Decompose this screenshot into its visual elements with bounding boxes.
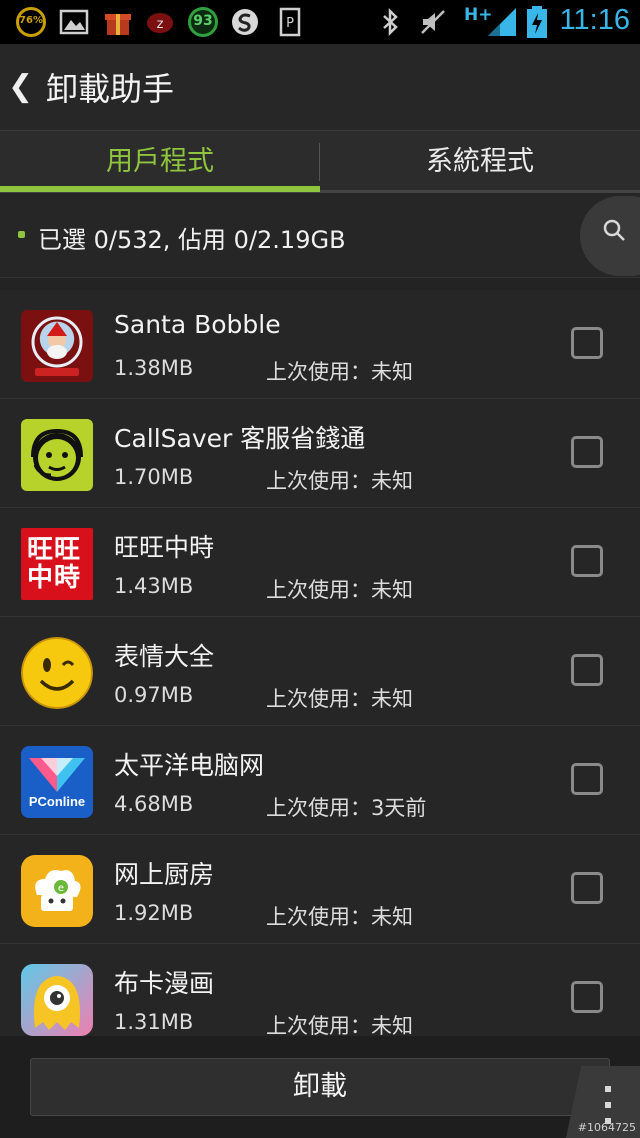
select-checkbox[interactable] xyxy=(571,872,603,904)
list-item[interactable]: PConline 太平洋电脑网 4.68MB 上次使用：3天前 xyxy=(0,726,640,835)
list-item[interactable]: 布卡漫画 1.31MB 上次使用：未知 xyxy=(0,944,640,1036)
select-checkbox[interactable] xyxy=(571,436,603,468)
summary-bullet xyxy=(18,231,25,238)
app-size: 4.68MB xyxy=(114,792,194,816)
app-last-used: 上次使用：未知 xyxy=(266,578,413,602)
select-checkbox[interactable] xyxy=(571,763,603,795)
app-last-used: 上次使用：未知 xyxy=(266,360,413,384)
title-bar: ❮ 卸載助手 xyxy=(0,44,640,131)
app-size: 0.97MB xyxy=(114,683,194,707)
wangwang-icon-text: 旺旺中時 xyxy=(27,535,82,593)
gift-icon xyxy=(105,14,131,35)
bottom-bar: 卸載 xyxy=(0,1036,640,1138)
watermark: #1064725 xyxy=(577,1121,636,1134)
selection-summary: 已選 0/532, 佔用 0/2.19GB xyxy=(0,193,640,278)
svg-text:P: P xyxy=(286,16,294,31)
tab-user-apps[interactable]: 用戶程式 xyxy=(0,131,320,193)
select-checkbox[interactable] xyxy=(571,654,603,686)
score-icon: 93 xyxy=(188,7,218,37)
select-checkbox[interactable] xyxy=(571,545,603,577)
select-checkbox[interactable] xyxy=(571,981,603,1013)
s-logo-icon xyxy=(232,9,258,35)
svg-text:e: e xyxy=(58,883,64,894)
callsaver-icon xyxy=(21,419,93,491)
list-item[interactable]: e 网上厨房 1.92MB 上次使用：未知 xyxy=(0,835,640,944)
app-name: CallSaver 客服省錢通 xyxy=(114,424,366,453)
app-name: 表情大全 xyxy=(114,642,215,671)
list-item[interactable]: 表情大全 0.97MB 上次使用：未知 xyxy=(0,617,640,726)
uninstall-button[interactable]: 卸載 xyxy=(30,1058,610,1116)
battery-percent-icon: 76% xyxy=(16,7,46,37)
santa-bobble-icon xyxy=(21,310,93,382)
app-name: 太平洋电脑网 xyxy=(114,751,265,780)
app-name: Santa Bobble xyxy=(114,310,281,339)
kitchen-icon: e xyxy=(21,855,93,927)
gallery-icon xyxy=(59,9,89,35)
score-label: 93 xyxy=(193,13,213,29)
parking-icon: P xyxy=(279,7,301,37)
battery-percent-label: 76% xyxy=(19,15,43,26)
status-bar: 76% z 93 P H+ 11:16 xyxy=(0,0,640,44)
search-icon xyxy=(603,219,625,241)
select-checkbox[interactable] xyxy=(571,327,603,359)
page-title: 卸載助手 xyxy=(46,70,175,108)
pconline-icon: PConline xyxy=(21,746,93,818)
app-last-used: 上次使用：未知 xyxy=(266,469,413,493)
tab-selected-indicator xyxy=(0,186,320,192)
app-size: 1.70MB xyxy=(114,465,194,489)
list-item[interactable]: CallSaver 客服省錢通 1.70MB 上次使用：未知 xyxy=(0,399,640,508)
buka-icon xyxy=(21,964,93,1036)
tab-system-apps[interactable]: 系統程式 xyxy=(320,131,640,193)
svg-text:z: z xyxy=(157,17,164,32)
list-item[interactable]: Santa Bobble 1.38MB 上次使用：未知 xyxy=(0,290,640,399)
tab-bar: 用戶程式 系統程式 xyxy=(0,131,640,193)
mute-icon xyxy=(421,10,445,34)
app-size: 1.38MB xyxy=(114,356,194,380)
clock: 11:16 xyxy=(559,4,630,36)
app-name: 网上厨房 xyxy=(114,860,215,889)
smiley-icon xyxy=(21,637,93,709)
battery-icon xyxy=(527,6,547,38)
app-last-used: 上次使用：未知 xyxy=(266,687,413,711)
pconline-icon-text: PConline xyxy=(28,794,86,809)
app-name: 旺旺中時 xyxy=(114,533,215,562)
app-size: 1.43MB xyxy=(114,574,194,598)
app-list: Santa Bobble 1.38MB 上次使用：未知 CallSaver 客服… xyxy=(0,290,640,1036)
app-name: 布卡漫画 xyxy=(114,969,215,998)
bluetooth-icon xyxy=(383,7,398,37)
app-last-used: 上次使用：未知 xyxy=(266,905,413,929)
zapya-icon: z xyxy=(147,13,173,33)
summary-text: 已選 0/532, 佔用 0/2.19GB xyxy=(38,226,346,254)
wangwang-icon: 旺旺中時 xyxy=(21,528,93,600)
back-icon[interactable]: ❮ xyxy=(8,70,33,104)
app-last-used: 上次使用：未知 xyxy=(266,1014,413,1036)
app-last-used: 上次使用：3天前 xyxy=(266,796,427,820)
signal-icon xyxy=(488,8,516,36)
app-size: 1.31MB xyxy=(114,1010,194,1034)
app-size: 1.92MB xyxy=(114,901,194,925)
list-item[interactable]: 旺旺中時 旺旺中時 1.43MB 上次使用：未知 xyxy=(0,508,640,617)
